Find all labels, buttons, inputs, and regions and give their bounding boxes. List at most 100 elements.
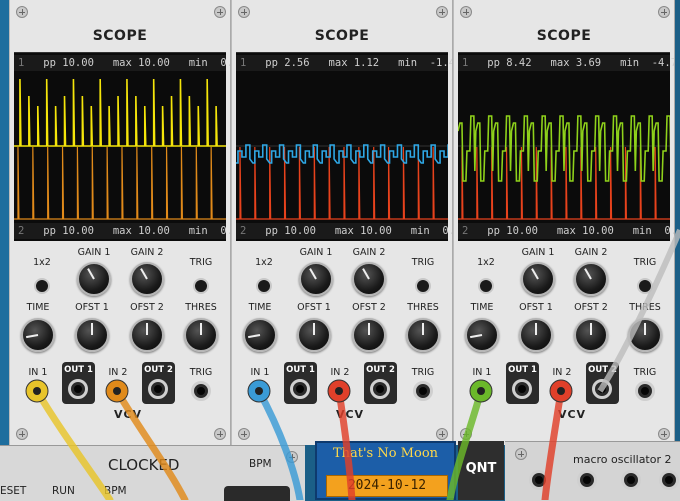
label-in-1: IN 1 [28, 367, 48, 378]
scope-trace-1 [14, 78, 226, 147]
scope-trace-2 [236, 146, 448, 220]
offset-1-knob[interactable] [75, 318, 109, 352]
in-2-jack[interactable] [552, 381, 572, 401]
threshold-knob[interactable] [406, 318, 440, 352]
trig-button[interactable] [193, 278, 209, 294]
scope-waveform [14, 78, 226, 220]
threshold-knob[interactable] [184, 318, 218, 352]
clocked-reset-label: ESET [0, 485, 27, 497]
readout-pp: 10.00 [62, 57, 94, 69]
scope-readout-top: 1 pp 10.00 max 10.00 min 0.00 [14, 55, 230, 71]
label-1x2: 1x2 [255, 257, 273, 268]
offset-2-knob[interactable] [130, 318, 164, 352]
out-1-jack[interactable] [512, 379, 532, 399]
readout-pp: 10.00 [284, 225, 316, 237]
1x2-button[interactable] [478, 278, 494, 294]
screw-icon [16, 6, 28, 18]
screw-icon [16, 428, 28, 440]
scope-display: 1 pp 10.00 max 10.00 min 0.002 pp 10.00 … [14, 52, 230, 241]
clocked-bpm-display [224, 486, 290, 501]
macro-title: macro oscillator 2 [573, 453, 672, 466]
1x2-button[interactable] [34, 278, 50, 294]
readout-pp-label: pp [265, 57, 278, 69]
readout-max: 3.69 [575, 57, 602, 69]
macro-jack[interactable] [621, 470, 641, 490]
macro-jack[interactable] [577, 470, 597, 490]
scope-readout-top: 1 pp 2.56 max 1.12 min -1.43 [236, 55, 452, 71]
scope-trace-2 [14, 146, 226, 220]
trig-input-jack[interactable] [635, 381, 655, 401]
readout-pp-label: pp [43, 57, 56, 69]
clocked-run-label: RUN [52, 485, 75, 497]
knob-indicator [248, 334, 261, 339]
out-2-jack[interactable] [370, 379, 390, 399]
macro-oscillator-module: macro oscillator 2 [505, 441, 680, 501]
gain-2-knob[interactable] [574, 262, 608, 296]
screw-icon [214, 428, 226, 440]
offset-2-knob[interactable] [352, 318, 386, 352]
scope-display: 1 pp 2.56 max 1.12 min -1.432 pp 10.00 m… [236, 52, 452, 241]
scope-readout-bot: 2 pp 10.00 max 10.00 min 0.00 [458, 223, 674, 239]
label-in-2: IN 2 [552, 367, 572, 378]
out-1-jack[interactable] [68, 379, 88, 399]
gain-2-knob[interactable] [130, 262, 164, 296]
readout-min: 0.00 [220, 57, 230, 69]
label-time: TIME [26, 302, 50, 313]
readout-max-label: max [328, 57, 348, 69]
in-2-jack[interactable] [330, 381, 350, 401]
scope-waveform [458, 115, 670, 220]
label-trig-input: TRIG [189, 367, 213, 378]
time-knob[interactable] [243, 318, 277, 352]
trig-button[interactable] [415, 278, 431, 294]
offset-2-knob[interactable] [574, 318, 608, 352]
screw-icon [658, 428, 670, 440]
in-2-jack[interactable] [108, 381, 128, 401]
trig-button[interactable] [637, 278, 653, 294]
gain-1-knob[interactable] [521, 262, 555, 296]
scope-module: SCOPE1 pp 10.00 max 10.00 min 0.002 pp 1… [9, 0, 231, 445]
label-gain-1: GAIN 1 [521, 247, 555, 258]
trig-input-jack[interactable] [413, 381, 433, 401]
readout-max: 10.00 [138, 57, 170, 69]
readout-pp: 2.56 [284, 57, 310, 69]
knob-indicator [91, 323, 93, 335]
knob-indicator [140, 268, 148, 280]
label-offset-2: OFST 2 [130, 302, 164, 313]
gain-1-knob[interactable] [77, 262, 111, 296]
readout-max-label: max [112, 225, 132, 237]
time-knob[interactable] [21, 318, 55, 352]
readout-max-label: max [556, 225, 576, 237]
offset-1-knob[interactable] [297, 318, 331, 352]
trig-input-jack[interactable] [191, 381, 211, 401]
gain-1-knob[interactable] [299, 262, 333, 296]
readout-ch: 1 [462, 57, 469, 69]
offset-1-knob[interactable] [519, 318, 553, 352]
readout-min-label: min [398, 57, 418, 69]
out-1-jack[interactable] [290, 379, 310, 399]
macro-jack[interactable] [529, 470, 549, 490]
label-gain-1: GAIN 1 [299, 247, 333, 258]
readout-min-label: min [632, 225, 652, 237]
knob-indicator [422, 323, 424, 335]
label-time: TIME [470, 302, 494, 313]
readout-min-label: min [410, 225, 430, 237]
readout-min: 0.00 [220, 225, 230, 237]
vcv-logo: VCV [335, 408, 365, 421]
macro-jack[interactable] [659, 470, 679, 490]
clocked-bpm-label: BPM [104, 485, 127, 497]
readout-pp-label: pp [487, 57, 500, 69]
gain-2-knob[interactable] [352, 262, 386, 296]
readout-max: 1.12 [353, 57, 380, 69]
readout-ch: 2 [18, 225, 25, 237]
label-threshold: THRES [629, 302, 661, 313]
threshold-knob[interactable] [628, 318, 662, 352]
out-2-jack[interactable] [592, 379, 612, 399]
scope-title: SCOPE [314, 28, 370, 44]
in-1-jack[interactable] [472, 381, 492, 401]
in-1-jack[interactable] [250, 381, 270, 401]
readout-min-label: min [188, 57, 208, 69]
1x2-button[interactable] [256, 278, 272, 294]
in-1-jack[interactable] [28, 381, 48, 401]
time-knob[interactable] [465, 318, 499, 352]
out-2-jack[interactable] [148, 379, 168, 399]
